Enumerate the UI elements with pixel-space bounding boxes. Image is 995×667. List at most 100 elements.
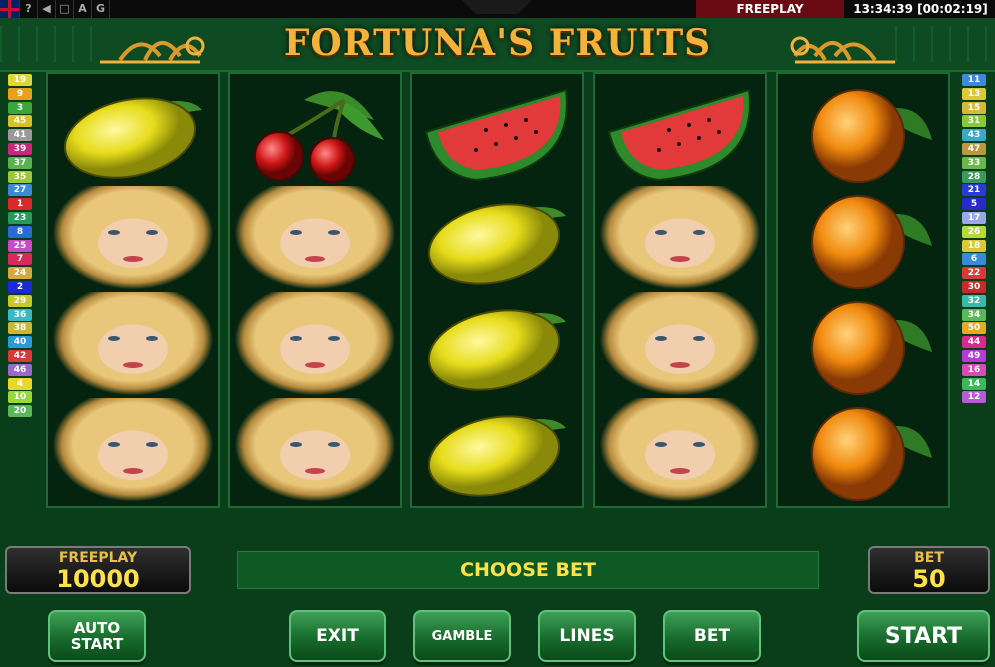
orange-icon: [811, 89, 932, 183]
mode-indicator: FREEPLAY: [696, 0, 844, 18]
lemon-symbol: [416, 186, 578, 290]
lady-symbol: [234, 398, 396, 502]
line-badge-16: 16: [962, 363, 986, 376]
bet-label: BET: [914, 550, 944, 566]
line-badge-41: 41: [8, 129, 32, 142]
line-badge-14: 14: [962, 377, 986, 390]
line-badge-12: 12: [962, 391, 986, 404]
orange-icon: [811, 407, 932, 501]
line-badge-20: 20: [8, 405, 32, 418]
game-title: FORTUNA'S FRUITS: [283, 22, 712, 64]
line-badge-34: 34: [962, 308, 986, 321]
lemon-icon: [427, 415, 566, 497]
exit-button[interactable]: EXIT: [289, 610, 386, 662]
top-bar: ? ◀ □ A G FREEPLAY 13:34:39 [00:02:19]: [0, 0, 995, 18]
line-badge-29: 29: [8, 294, 32, 307]
lines-button[interactable]: LINES: [538, 610, 636, 662]
credit-display: FREEPLAY 10000: [5, 546, 191, 594]
fullscreen-icon[interactable]: □: [56, 0, 74, 18]
orange-symbol: [782, 398, 944, 502]
uk-flag-icon[interactable]: [0, 0, 20, 18]
line-badge-22: 22: [962, 267, 986, 280]
lips: [305, 468, 325, 474]
line-badge-1: 1: [8, 198, 32, 211]
cherries-symbol: [234, 80, 396, 184]
line-badge-13: 13: [962, 87, 986, 100]
line-badge-47: 47: [962, 142, 986, 155]
eye-left: [108, 442, 120, 447]
lemon-symbol: [416, 398, 578, 502]
lady-symbol: [52, 292, 214, 396]
eye-left: [290, 230, 302, 235]
autoplay-a-button[interactable]: A: [74, 0, 92, 18]
gamble-g-button[interactable]: G: [92, 0, 110, 18]
line-badge-31: 31: [962, 115, 986, 128]
line-badge-28: 28: [962, 170, 986, 183]
sound-icon[interactable]: ◀: [38, 0, 56, 18]
right-line-indicators: 11 13 15 31 43 47 33 28 21 5 17 26 18 6 22 30 32 34 50 44 49…: [960, 74, 988, 405]
line-badge-42: 42: [8, 349, 32, 362]
line-badge-23: 23: [8, 211, 32, 224]
line-badge-45: 45: [8, 115, 32, 128]
reel-4: [593, 72, 767, 508]
lips: [670, 256, 690, 262]
start-button[interactable]: START: [857, 610, 990, 662]
line-badge-15: 15: [962, 101, 986, 114]
auto-start-label-line2: START: [70, 635, 124, 653]
eye-right: [328, 336, 340, 341]
line-badge-3: 3: [8, 101, 32, 114]
line-badge-39: 39: [8, 142, 32, 155]
help-icon[interactable]: ?: [20, 0, 38, 18]
lips: [305, 256, 325, 262]
lips: [670, 362, 690, 368]
line-badge-8: 8: [8, 225, 32, 238]
lemon-symbol: [416, 292, 578, 396]
line-badge-30: 30: [962, 280, 986, 293]
bet-display: BET 50: [868, 546, 990, 594]
line-badge-25: 25: [8, 239, 32, 252]
watermelon-symbol: [599, 80, 761, 184]
credit-value: 10000: [56, 565, 140, 593]
watermelon-symbol: [416, 80, 578, 184]
eye-right: [328, 230, 340, 235]
line-badge-49: 49: [962, 349, 986, 362]
lips: [670, 468, 690, 474]
orange-symbol: [782, 80, 944, 184]
line-badge-2: 2: [8, 280, 32, 293]
line-badge-24: 24: [8, 267, 32, 280]
lips: [123, 468, 143, 474]
line-badge-5: 5: [962, 198, 986, 211]
top-emblem: [462, 0, 532, 14]
reel-2: [228, 72, 402, 508]
lips: [123, 362, 143, 368]
bet-button[interactable]: BET: [663, 610, 761, 662]
line-badge-33: 33: [962, 156, 986, 169]
eye-left: [655, 336, 667, 341]
reel-1: [46, 72, 220, 508]
credit-label: FREEPLAY: [58, 550, 138, 566]
line-badge-4: 4: [8, 377, 32, 390]
eye-left: [290, 336, 302, 341]
eye-left: [655, 442, 667, 447]
eye-left: [108, 336, 120, 341]
orange-symbol: [782, 186, 944, 290]
line-badge-7: 7: [8, 253, 32, 266]
eye-left: [655, 230, 667, 235]
lemon-symbol: [52, 80, 214, 184]
line-badge-17: 17: [962, 211, 986, 224]
eye-left: [290, 442, 302, 447]
line-badge-50: 50: [962, 322, 986, 335]
eye-right: [146, 442, 158, 447]
gamble-button[interactable]: GAMBLE: [413, 610, 511, 662]
message-bar: CHOOSE BET: [237, 551, 819, 589]
auto-start-button[interactable]: AUTO START: [48, 610, 146, 662]
lips: [123, 256, 143, 262]
eye-right: [693, 442, 705, 447]
cherries-icon: [254, 91, 384, 183]
eye-right: [328, 442, 340, 447]
line-badge-35: 35: [8, 170, 32, 183]
auto-start-label-line1: AUTO: [73, 619, 121, 637]
orange-icon: [811, 195, 932, 289]
line-badge-27: 27: [8, 184, 32, 197]
eye-left: [108, 230, 120, 235]
